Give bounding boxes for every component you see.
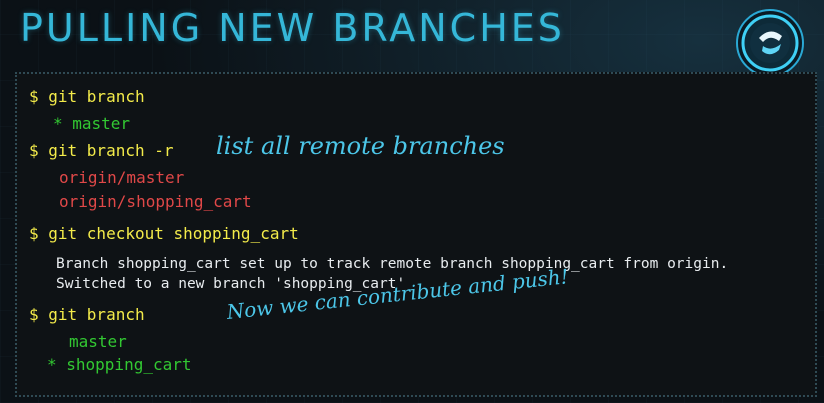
annotation-list-remote: list all remote branches [216,132,505,160]
slide-title: PULLING NEW BRANCHES [20,6,565,50]
command-git-branch-2: $ git branch [29,305,145,324]
codeschool-logo-icon [735,8,805,78]
remote-branch-master: origin/master [59,168,185,187]
command-git-branch: $ git branch [29,87,145,106]
branch-list-shopping-cart-current: * shopping_cart [47,355,192,374]
branch-output-master: * master [53,114,131,133]
command-git-checkout: $ git checkout shopping_cart [29,224,299,243]
branch-list-master: master [69,332,127,351]
remote-branch-shopping-cart: origin/shopping_cart [59,192,252,211]
checkout-message-tracking: Branch shopping_cart set up to track rem… [56,256,729,272]
command-git-branch-remote: $ git branch -r [29,141,174,160]
